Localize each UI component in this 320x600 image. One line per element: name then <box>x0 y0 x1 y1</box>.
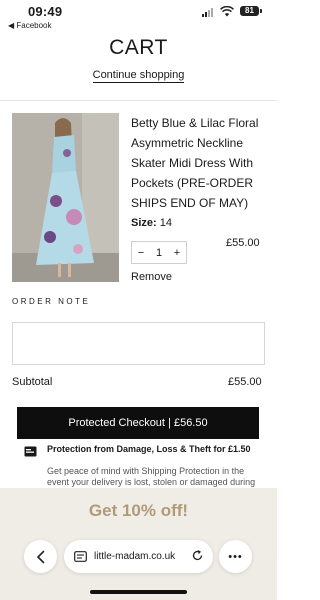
address-bar[interactable]: little-madam.co.uk <box>64 540 213 573</box>
remove-item-link[interactable]: Remove <box>131 271 172 283</box>
url-text[interactable]: little-madam.co.uk <box>94 551 175 562</box>
more-icon: ••• <box>228 550 243 563</box>
increase-quantity-button[interactable]: + <box>168 247 186 259</box>
header-divider <box>0 100 277 101</box>
quantity-stepper: − 1 + <box>131 241 187 264</box>
shipping-protection-icon <box>24 446 37 457</box>
protected-checkout-button[interactable]: Protected Checkout | £56.50 <box>17 407 259 439</box>
back-to-facebook-link[interactable]: ◀ Facebook <box>8 21 52 30</box>
status-time: 09:49 <box>28 4 63 19</box>
order-note-field[interactable] <box>12 322 265 365</box>
status-bar: 09:49 ◀ Facebook 81 <box>0 0 277 34</box>
product-image[interactable] <box>12 113 119 282</box>
order-note-label: ORDER NOTE <box>12 297 91 306</box>
quantity-value[interactable]: 1 <box>150 247 168 259</box>
browser-back-button[interactable] <box>24 540 57 573</box>
product-price: £55.00 <box>226 237 260 249</box>
wifi-icon <box>220 6 234 17</box>
product-name[interactable]: Betty Blue & Lilac Floral Asymmetric Nec… <box>131 113 271 213</box>
browser-menu-button[interactable]: ••• <box>219 540 252 573</box>
battery-tip <box>260 9 262 13</box>
protection-title: Protection from Damage, Loss & Theft for… <box>47 444 251 454</box>
signal-icon <box>202 8 213 17</box>
subtotal-label: Subtotal <box>12 376 53 388</box>
page-settings-icon[interactable] <box>74 551 87 562</box>
home-indicator <box>90 590 187 594</box>
decrease-quantity-button[interactable]: − <box>132 247 150 259</box>
battery-icon: 81 <box>240 6 259 16</box>
size-label: Size: <box>131 217 157 229</box>
discount-promo-banner[interactable]: Get 10% off! <box>0 501 277 521</box>
page-title: CART <box>109 36 168 59</box>
subtotal-value: £55.00 <box>228 376 262 388</box>
size-value: 14 <box>159 217 172 229</box>
continue-shopping-label[interactable]: Continue shopping <box>92 69 185 83</box>
chevron-left-icon <box>36 550 44 563</box>
reload-icon[interactable] <box>191 549 204 562</box>
continue-shopping-link[interactable]: Continue shopping <box>0 69 277 83</box>
product-size: Size: 14 <box>131 217 172 229</box>
